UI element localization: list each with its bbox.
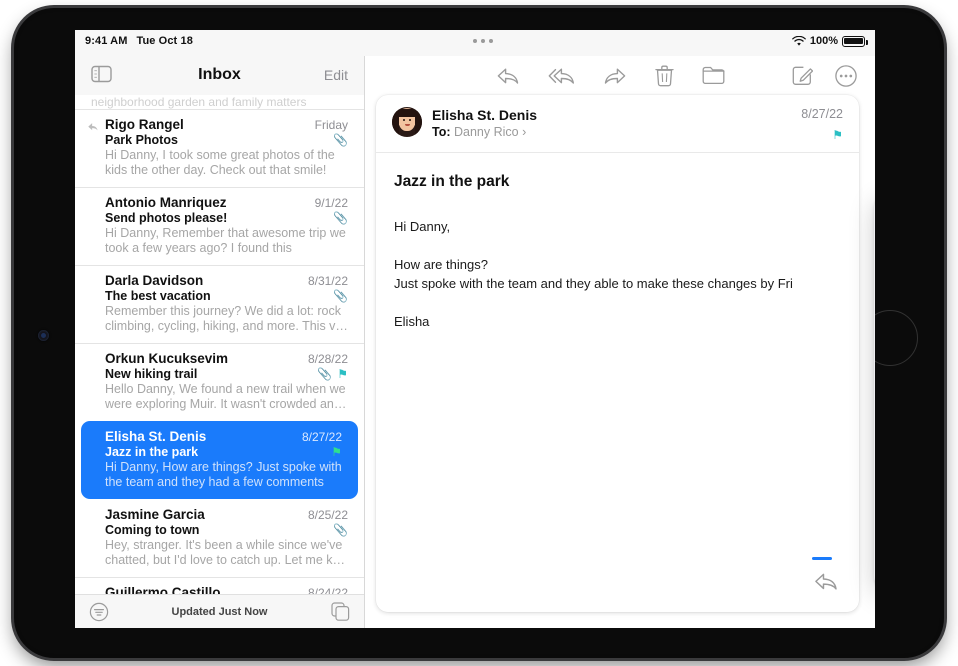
list-item-preview: Hi Danny, Remember that awesome trip we … <box>105 226 348 256</box>
list-item-subject: The best vacation <box>105 289 333 303</box>
list-item-badges: 📎 <box>333 524 348 536</box>
message-card: Elisha St. Denis To: Danny Rico › 8/27/2… <box>376 95 859 612</box>
list-item-selected[interactable]: Elisha St. Denis 8/27/22 Jazz in the par… <box>81 421 358 499</box>
sidebar-bottom-bar: Updated Just Now <box>75 594 364 628</box>
list-item-subject: Park Photos <box>105 133 333 147</box>
list-item-preview: Hey, stranger. It's been a while since w… <box>105 538 348 568</box>
sync-status-text: Updated Just Now <box>172 606 268 618</box>
drag-handle[interactable] <box>812 557 832 560</box>
compose-icon[interactable] <box>792 65 813 86</box>
detail-toolbar <box>366 56 875 95</box>
list-item-date: 8/27/22 <box>302 430 342 444</box>
message-text: Hi Danny, How are things? Just spoke wit… <box>394 217 841 331</box>
flag-icon: ⚑ <box>801 128 843 142</box>
message-body: Jazz in the park Hi Danny, How are thing… <box>376 153 859 351</box>
list-item-preview: Hi Danny, How are things? Just spoke wit… <box>105 460 342 490</box>
list-item-sender: Elisha St. Denis <box>105 429 302 444</box>
status-bar-left: 9:41 AM Tue Oct 18 <box>85 35 193 47</box>
list-item-sender: Rigo Rangel <box>105 117 315 132</box>
list-item-sender: Orkun Kucuksevim <box>105 351 308 366</box>
list-item[interactable]: Darla Davidson 8/31/22 The best vacation… <box>75 265 364 343</box>
list-item-badges: ⚑ <box>331 446 342 458</box>
replied-arrow-icon <box>87 121 99 133</box>
attachment-icon: 📎 <box>333 134 348 146</box>
list-item-badges: 📎 ⚑ <box>317 368 348 380</box>
message-detail-pane: Elisha St. Denis To: Danny Rico › 8/27/2… <box>366 56 875 628</box>
folder-icon[interactable] <box>702 66 725 85</box>
partial-message-row[interactable]: neighborhood garden and family matters <box>75 95 364 109</box>
flag-icon: ⚑ <box>337 368 348 380</box>
to-recipient: Danny Rico <box>454 125 519 139</box>
list-item-sender: Jasmine Garcia <box>105 507 308 522</box>
list-item-date: 8/28/22 <box>308 352 348 366</box>
ipad-screen: 9:41 AM Tue Oct 18 100% Inbox Edit <box>75 30 875 628</box>
message-recipient-line[interactable]: To: Danny Rico › <box>432 125 791 139</box>
status-bar-right: 100% <box>792 35 865 47</box>
attachment-icon: 📎 <box>333 212 348 224</box>
list-item-subject: New hiking trail <box>105 367 317 381</box>
attachment-icon: 📎 <box>317 368 332 380</box>
list-item-date: 8/31/22 <box>308 274 348 288</box>
list-item-date: 8/24/22 <box>308 586 348 594</box>
status-bar: 9:41 AM Tue Oct 18 100% <box>75 30 875 56</box>
status-time: 9:41 AM <box>85 35 127 47</box>
list-item-sender: Darla Davidson <box>105 273 308 288</box>
list-item-sender: Guillermo Castillo <box>105 585 308 594</box>
filter-icon[interactable] <box>89 602 109 622</box>
list-item-sender: Antonio Manriquez <box>105 195 315 210</box>
list-item-date: 8/25/22 <box>308 508 348 522</box>
more-ellipsis-icon[interactable] <box>835 65 857 87</box>
message-header: Elisha St. Denis To: Danny Rico › 8/27/2… <box>376 95 859 153</box>
trash-icon[interactable] <box>655 65 674 87</box>
page-title: Inbox <box>75 66 364 84</box>
list-item-preview: Hello Danny, We found a new trail when w… <box>105 382 348 412</box>
list-item[interactable]: Jasmine Garcia 8/25/22 Coming to town 📎 … <box>75 499 364 577</box>
reply-icon[interactable] <box>496 66 520 86</box>
list-item-preview: Remember this journey? We did a lot: roc… <box>105 304 348 334</box>
to-label: To: <box>432 125 451 139</box>
list-item[interactable]: Guillermo Castillo 8/24/22 Season finale… <box>75 577 364 594</box>
list-item-preview: Hi Danny, I took some great photos of th… <box>105 148 348 178</box>
wifi-icon <box>792 36 806 47</box>
list-item-date: Friday <box>315 118 348 132</box>
reply-all-icon[interactable] <box>548 66 575 86</box>
reply-icon <box>813 571 839 592</box>
list-item-date: 9/1/22 <box>315 196 348 210</box>
message-date: 8/27/22 <box>801 107 843 121</box>
mail-list-scroll[interactable]: neighborhood garden and family matters R… <box>75 95 364 594</box>
reply-button[interactable] <box>809 566 843 596</box>
list-item-subject: Coming to town <box>105 523 333 537</box>
flag-icon: ⚑ <box>331 446 342 458</box>
list-item[interactable]: Rigo Rangel Friday Park Photos 📎 Hi Dann… <box>75 109 364 187</box>
chevron-right-icon: › <box>522 125 526 139</box>
sidebar-navigation-bar: Inbox Edit <box>75 56 364 95</box>
front-camera-icon <box>38 330 49 341</box>
message-context-menu: Elisha St. Denis Hi Danny, How are thing… <box>874 194 875 590</box>
battery-icon <box>842 36 865 47</box>
attachment-icon: 📎 <box>333 524 348 536</box>
list-item-badges: 📎 <box>333 212 348 224</box>
attachment-icon: 📎 <box>333 290 348 302</box>
forward-icon[interactable] <box>603 66 627 86</box>
list-item[interactable]: Antonio Manriquez 9/1/22 Send photos ple… <box>75 187 364 265</box>
list-item-subject: Jazz in the park <box>105 445 331 459</box>
message-sender-name: Elisha St. Denis <box>432 107 791 123</box>
list-item[interactable]: Orkun Kucuksevim 8/28/22 New hiking trai… <box>75 343 364 421</box>
message-subject: Jazz in the park <box>394 173 841 191</box>
copy-messages-icon[interactable] <box>331 602 350 621</box>
list-item-badges: 📎 <box>333 290 348 302</box>
edit-button[interactable]: Edit <box>324 67 348 83</box>
battery-percent-label: 100% <box>810 35 838 47</box>
status-date: Tue Oct 18 <box>136 35 192 47</box>
mail-list-sidebar: Inbox Edit neighborhood garden and famil… <box>75 56 365 628</box>
list-item-badges: 📎 <box>333 134 348 146</box>
list-item-subject: Send photos please! <box>105 211 333 225</box>
multitasking-control[interactable] <box>473 39 493 43</box>
avatar <box>392 107 422 137</box>
